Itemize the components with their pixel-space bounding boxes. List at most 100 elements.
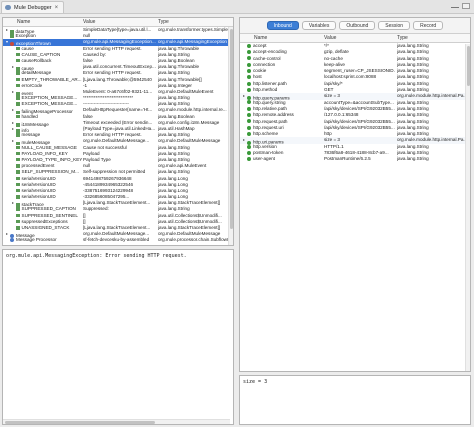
exception-console: org.mule.api.MessagingException: Error s… [2,249,234,425]
row-name: causeRollback [21,57,52,63]
close-icon[interactable]: × [55,5,59,11]
row-name: serialVersionUID [21,175,56,181]
row-name-cell: Message Processor [6,237,82,243]
column-header-value[interactable]: Value [324,35,336,41]
tab-record[interactable]: Record [413,21,444,30]
tab-session[interactable]: Session [378,21,411,30]
field-icon [247,119,251,124]
row-name: serialVersionUID [21,194,56,200]
row-name: detailMessage [21,70,52,76]
field-icon [247,62,251,67]
mule-debugger-tab[interactable]: Mule Debugger × [1,1,65,13]
field-icon [247,131,251,136]
row-name: EMPTY_THROWABLE_AR... [21,76,82,82]
tab-inbound[interactable]: Inbound [266,21,299,30]
row-name: suppressedExceptions [21,218,68,224]
row-name: http.relative.path [253,105,287,111]
scroll-thumb[interactable] [230,29,233,229]
row-name: user-agent [253,156,275,162]
row-name: PAYLOAD_INFO_KEY [21,150,68,156]
field-icon [16,226,20,230]
field-icon [247,75,251,80]
field-icon [247,106,251,111]
properties-rows: accept */* java.lang.String accept-encoding… [240,43,470,163]
field-icon [16,133,20,137]
row-type: org.mule.processor.chain.SubflowI... [158,237,229,243]
field-icon [16,219,20,224]
field-icon [16,157,20,162]
row-name: cache-control [253,55,281,61]
row-name: errorCode [21,82,43,88]
maximize-icon[interactable] [462,3,470,9]
row-name: cause [21,45,34,51]
field-icon [16,176,20,181]
field-icon [247,43,251,48]
row-name: SUPPRESSED_SENTINEL [21,212,78,218]
row-name: http.method [253,87,278,93]
field-icon [16,114,20,119]
variables-tree-panel: Name Value Type ▸ dataType SimpleDataType{… [2,17,234,246]
tab-title: Mule Debugger [14,4,52,11]
vertical-scrollbar[interactable] [465,44,470,371]
row-name: http.listener.path [253,80,287,86]
column-header-name[interactable]: Name [17,19,30,25]
row-name: accept [253,43,267,48]
field-icon [16,213,20,218]
field-icon [247,150,251,155]
row-name: connection [253,61,276,67]
scroll-thumb[interactable] [5,421,155,424]
field-icon [247,68,251,73]
tab-outbound[interactable]: Outbound [339,21,376,30]
field-icon [16,83,20,88]
properties-tab-bar: Inbound Variables Outbound Session Record [240,18,470,34]
row-name: http.query.string [253,99,286,105]
column-header-name[interactable]: Name [254,35,267,41]
tab-variables[interactable]: Variables [301,21,337,30]
row-name: http.remote.address [253,112,294,118]
row-name: SELF_SUPPRESSION_M... [21,169,79,175]
field-icon [16,102,20,106]
row-name: http.request.path [253,118,288,124]
row-value: PostmanRuntime/6.2.5 [324,156,371,162]
field-icon [16,145,20,150]
field-icon [16,170,20,174]
field-icon [16,58,20,63]
row-name: cookie [253,68,267,74]
field-icon [247,56,251,61]
exception-message: org.mule.api.MessagingException: Error s… [6,253,187,259]
properties-header: Name Value Type [240,34,470,43]
column-header-value[interactable]: Value [83,19,95,25]
column-header-type[interactable]: Type [397,35,408,41]
table-row[interactable]: Message Processor sf-fetch-devcesku-by-as… [3,237,233,243]
row-name: Message Processor [16,237,57,243]
field-icon [16,77,20,82]
message-properties-panel: Inbound Variables Outbound Session Record Na… [239,17,471,372]
field-icon [16,96,20,100]
field-icon [247,87,251,92]
value-detail-text: size = 3 [243,379,268,385]
row-name: SUPPRESSED_CAPTION [21,206,76,212]
row-name: processedEvent [21,163,55,169]
scroll-thumb[interactable] [467,46,470,86]
minimize-icon[interactable] [451,3,459,8]
field-icon [247,113,251,118]
table-row[interactable]: user-agent PostmanRuntime/6.2.5 java.lang.… [240,156,470,162]
row-type: java.lang.String [397,156,429,162]
value-detail-pane: size = 3 [239,375,471,425]
field-icon [16,71,20,75]
row-name: serialVersionUID [21,181,56,187]
horizontal-scrollbar[interactable] [3,419,230,424]
field-icon [247,81,251,86]
field-icon [16,182,20,187]
window-titlebar: Mule Debugger × [0,0,474,14]
column-header-type[interactable]: Type [158,19,169,25]
row-name: PAYLOAD_TYPE_INFO_KEY [21,156,83,162]
field-icon [16,207,20,211]
row-name: serialVersionUID [21,187,56,193]
row-name-cell: user-agent [243,156,323,162]
field-icon [247,144,251,149]
vertical-scrollbar[interactable] [228,27,233,245]
row-name: Exception [15,33,36,39]
row-value: sf-fetch-devcesku-by-assembled [83,237,150,243]
variables-tree-header: Name Value Type [3,18,233,27]
